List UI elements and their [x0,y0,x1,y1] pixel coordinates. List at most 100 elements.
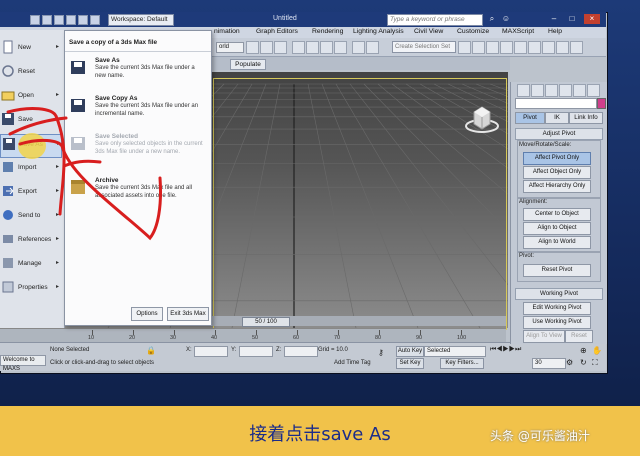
time-config-icon[interactable]: ⚙ [566,358,573,367]
exit-3ds-max-button[interactable]: Exit 3ds Max [167,307,209,321]
align-to-object-button[interactable]: Align to Object [523,222,591,235]
maximize-viewport-icon[interactable]: ⛶ [592,358,598,368]
save-as-option[interactable]: Save As Save the current 3ds Max file un… [69,57,209,91]
menu-item-export[interactable]: Export ▸ [0,182,62,204]
mirror-icon[interactable] [366,41,379,54]
create-tab-icon[interactable] [517,84,530,97]
menu-customize[interactable]: Customize [457,28,489,35]
menu-lighting-analysis[interactable]: Lighting Analysis [353,28,404,35]
menu-item-reset[interactable]: Reset [0,62,62,84]
undo-icon[interactable] [66,15,76,25]
key-filters-button[interactable]: Key Filters... [440,358,484,369]
redo-icon[interactable] [78,15,88,25]
modify-tab-icon[interactable] [531,84,544,97]
key-icon[interactable]: ⚷ [378,348,384,357]
reset-working-pivot-button[interactable]: Reset [565,330,593,343]
set-key-button[interactable]: Set Key [396,358,424,369]
save-copy-as-option[interactable]: Save Copy As Save the current 3ds Max fi… [69,95,209,129]
affect-pivot-only-button[interactable]: Affect Pivot Only [523,152,591,165]
align-icon[interactable] [458,41,471,54]
material-editor-icon[interactable] [528,41,541,54]
snap-icon[interactable] [292,41,305,54]
reference-coord-dropdown[interactable]: orld [216,42,244,53]
menu-civil-view[interactable]: Civil View [414,28,443,35]
adjust-pivot-rollout[interactable]: Adjust Pivot [515,128,603,140]
menu-item-new[interactable]: New ▸ [0,38,62,60]
keyboard-shortcut-icon[interactable] [274,41,287,54]
select-manipulate-icon[interactable] [260,41,273,54]
pan-icon[interactable]: ✋ [592,346,602,355]
auto-key-button[interactable]: Auto Key [396,346,424,357]
tab-pivot[interactable]: Pivot [515,112,545,124]
track-bar[interactable]: 10 20 30 40 50 60 70 80 90 100 [0,328,506,343]
graphite-icon[interactable] [486,41,499,54]
time-slider-thumb[interactable]: 50 / 100 [242,317,290,327]
minimize-icon[interactable]: – [546,14,562,24]
menu-item-import[interactable]: Import ▸ [0,158,62,180]
rendered-frame-icon[interactable] [556,41,569,54]
menu-rendering[interactable]: Rendering [312,28,343,35]
edit-working-pivot-button[interactable]: Edit Working Pivot [523,302,591,315]
menu-item-manage[interactable]: Manage ▸ [0,254,62,276]
lock-selection-icon[interactable]: 🔒 [146,346,156,355]
render-setup-icon[interactable] [542,41,555,54]
pivot-icon[interactable] [246,41,259,54]
display-tab-icon[interactable] [573,84,586,97]
utilities-tab-icon[interactable] [587,84,600,97]
reset-pivot-button[interactable]: Reset Pivot [523,264,591,277]
percent-snap-icon[interactable] [320,41,333,54]
save-file-icon[interactable] [54,15,64,25]
playback-controls-icon[interactable]: ⏮◀▶▶⏭ [490,346,521,354]
schematic-icon[interactable] [514,41,527,54]
new-file-icon[interactable] [30,15,40,25]
workspace-dropdown[interactable]: Workspace: Default [108,14,174,26]
close-icon[interactable]: × [584,14,600,24]
menu-item-save[interactable]: Save [0,110,62,132]
z-coordinate-field[interactable] [284,346,318,357]
affect-hierarchy-only-button[interactable]: Affect Hierarchy Only [523,180,591,193]
options-button[interactable]: Options [131,307,163,321]
y-coordinate-field[interactable] [239,346,273,357]
menu-item-properties[interactable]: Properties ▸ [0,278,62,300]
layer-icon[interactable] [472,41,485,54]
tab-link-info[interactable]: Link Info [569,112,603,124]
archive-option[interactable]: Archive Save the current 3ds Max file an… [69,177,209,211]
tab-populate[interactable]: Populate [230,59,266,70]
add-time-tag[interactable]: Add Time Tag [334,360,371,366]
menu-item-references[interactable]: References ▸ [0,230,62,252]
signin-icon[interactable]: ☺ [498,14,514,24]
menu-item-save-as[interactable]: Save As ▸ [0,134,62,158]
object-name-field[interactable] [515,98,597,109]
x-coordinate-field[interactable] [194,346,228,357]
tab-ik[interactable]: IK [545,112,569,124]
menu-maxscript[interactable]: MAXScript [502,28,534,35]
project-folder-icon[interactable] [90,15,100,25]
zoom-icon[interactable]: ⊕ [580,346,587,355]
orbit-icon[interactable]: ↻ [580,358,587,367]
menu-item-open[interactable]: Open ▸ [0,86,62,108]
maxscript-listener[interactable]: Welcome to MAXS [0,355,46,372]
hierarchy-tab-icon[interactable] [545,84,558,97]
spinner-snap-icon[interactable] [334,41,347,54]
menu-item-send-to[interactable]: Send to ▸ [0,206,62,228]
angle-snap-icon[interactable] [306,41,319,54]
curve-editor-icon[interactable] [500,41,513,54]
current-frame-field[interactable]: 30 [532,358,566,369]
search-input[interactable]: Type a keyword or phrase [387,14,483,26]
working-pivot-rollout[interactable]: Working Pivot [515,288,603,300]
open-file-icon[interactable] [42,15,52,25]
menu-animation[interactable]: nimation [214,28,240,35]
menu-help[interactable]: Help [548,28,562,35]
menu-graph-editors[interactable]: Graph Editors [256,28,298,35]
object-color-swatch[interactable] [597,98,606,109]
key-mode-dropdown[interactable]: Selected [424,346,486,357]
use-working-pivot-button[interactable]: Use Working Pivot [523,316,591,329]
motion-tab-icon[interactable] [559,84,572,97]
align-to-world-button[interactable]: Align to World [523,236,591,249]
affect-object-only-button[interactable]: Affect Object Only [523,166,591,179]
edit-named-sets-icon[interactable] [352,41,365,54]
selection-set-dropdown[interactable]: Create Selection Set [392,41,456,53]
maximize-icon[interactable]: □ [564,14,580,24]
render-teapot-icon[interactable] [570,41,583,54]
align-to-view-button[interactable]: Align To View [523,330,565,343]
